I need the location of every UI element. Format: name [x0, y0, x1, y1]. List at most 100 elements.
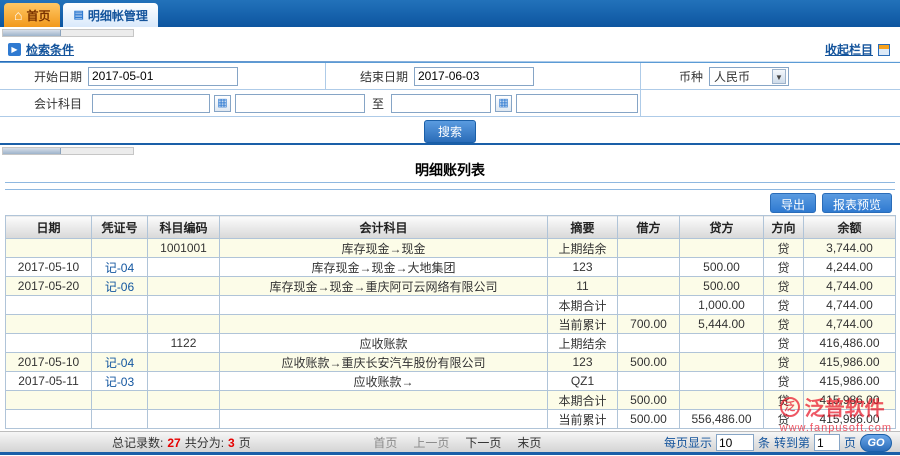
subject-to-name-input[interactable] — [516, 94, 638, 113]
table-cell: 贷 — [764, 391, 804, 410]
search-form: 开始日期 结束日期 币种 人民币 ▼ 会计科目 ▦ 至 ▦ 搜索 — [0, 62, 900, 142]
table-cell: 应收账款→重庆长安汽车股份有限公司 — [220, 353, 548, 372]
horizontal-scrollbar-top[interactable] — [2, 29, 134, 37]
page-link-1[interactable]: 上一页 — [413, 434, 449, 451]
tab-home[interactable]: ⌂ 首页 — [4, 3, 60, 27]
table-cell — [92, 410, 148, 429]
table-cell: 1001001 — [148, 239, 220, 258]
table-cell — [220, 410, 548, 429]
scrollbar-thumb[interactable] — [3, 30, 61, 36]
subject-from-picker-icon[interactable]: ▦ — [214, 95, 231, 112]
table-cell: 贷 — [764, 372, 804, 391]
table-row: 本期合计1,000.00贷4,744.00 — [6, 296, 896, 315]
scrollbar-thumb[interactable] — [3, 148, 61, 154]
table-cell: 2017-05-10 — [6, 258, 92, 277]
expand-arrow-icon[interactable]: ▶ — [8, 43, 21, 56]
voucher-link[interactable]: 记-04 — [92, 353, 148, 372]
record-summary: 总记录数: 27 共分为: 3 页 — [112, 434, 251, 451]
table-cell: 库存现金→现金 — [220, 239, 548, 258]
table-cell: 当前累计 — [548, 315, 618, 334]
report-preview-button[interactable]: 报表预览 — [822, 193, 892, 213]
voucher-link[interactable]: 记-04 — [92, 258, 148, 277]
table-cell — [680, 372, 764, 391]
subject-from-input[interactable] — [92, 94, 210, 113]
table-cell: 当前累计 — [548, 410, 618, 429]
start-date-field: 开始日期 — [0, 63, 325, 89]
goto-label: 转到第 — [774, 434, 810, 451]
pages-label: 共分为: — [185, 434, 224, 451]
table-cell — [148, 410, 220, 429]
subject-to-input[interactable] — [391, 94, 491, 113]
table-cell: 500.00 — [618, 391, 680, 410]
pagination: 首页上一页下一页末页 — [251, 434, 664, 451]
table-cell — [148, 277, 220, 296]
table-row: 2017-05-11记-03应收账款→QZ1贷415,986.00 — [6, 372, 896, 391]
table-cell: 415,986.00 — [804, 391, 896, 410]
search-button[interactable]: 搜索 — [424, 120, 476, 143]
table-cell: 415,986.00 — [804, 372, 896, 391]
search-conditions-link[interactable]: 检索条件 — [26, 41, 74, 58]
currency-field: 币种 人民币 ▼ — [640, 63, 890, 89]
currency-select[interactable]: 人民币 ▼ — [709, 67, 789, 86]
table-cell: 库存现金→现金→大地集团 — [220, 258, 548, 277]
subject-from-name-input[interactable] — [235, 94, 365, 113]
page-link-2[interactable]: 下一页 — [465, 434, 501, 451]
table-cell — [92, 239, 148, 258]
collapse-panel-icon[interactable] — [878, 44, 890, 56]
table-cell: 应收账款→ — [220, 372, 548, 391]
table-cell — [148, 391, 220, 410]
page-link-3[interactable]: 末页 — [517, 434, 541, 451]
start-date-label: 开始日期 — [2, 68, 82, 85]
table-cell: 1122 — [148, 334, 220, 353]
table-cell — [220, 296, 548, 315]
table-cell: 应收账款 — [220, 334, 548, 353]
goto-page-input[interactable] — [814, 434, 840, 451]
end-date-field: 结束日期 — [325, 63, 640, 89]
table-cell: 500.00 — [618, 353, 680, 372]
column-header: 摘要 — [548, 216, 618, 239]
table-cell — [148, 315, 220, 334]
table-cell: 4,744.00 — [804, 296, 896, 315]
table-cell: 本期合计 — [548, 391, 618, 410]
column-header: 日期 — [6, 216, 92, 239]
table-body: 1001001库存现金→现金上期结余贷3,744.002017-05-10记-0… — [6, 239, 896, 429]
currency-label: 币种 — [643, 68, 703, 85]
voucher-link[interactable]: 记-06 — [92, 277, 148, 296]
export-button[interactable]: 导出 — [770, 193, 816, 213]
table-cell — [618, 258, 680, 277]
collapse-panel-link[interactable]: 收起栏目 — [825, 41, 873, 58]
per-page-input[interactable] — [716, 434, 754, 451]
table-cell — [680, 353, 764, 372]
goto-unit: 页 — [844, 434, 856, 451]
table-cell: 3,744.00 — [804, 239, 896, 258]
table-cell: QZ1 — [548, 372, 618, 391]
page-link-0[interactable]: 首页 — [373, 434, 397, 451]
table-cell: 本期合计 — [548, 296, 618, 315]
table-cell: 700.00 — [618, 315, 680, 334]
table-cell — [6, 296, 92, 315]
table-row: 本期合计500.00 贷415,986.00 — [6, 391, 896, 410]
tab-detail-ledger-label: 明细帐管理 — [88, 7, 148, 24]
table-cell: 2017-05-20 — [6, 277, 92, 296]
tab-detail-ledger[interactable]: ▤ 明细帐管理 — [63, 3, 157, 27]
subject-field: 会计科目 ▦ 至 ▦ — [0, 90, 640, 116]
search-conditions-header: ▶ 检索条件 收起栏目 — [0, 39, 900, 61]
table-cell — [148, 372, 220, 391]
voucher-link[interactable]: 记-03 — [92, 372, 148, 391]
table-cell: 贷 — [764, 334, 804, 353]
table-cell: 贷 — [764, 277, 804, 296]
table-row: 2017-05-10记-04应收账款→重庆长安汽车股份有限公司123500.00… — [6, 353, 896, 372]
table-cell: 556,486.00 — [680, 410, 764, 429]
subject-to-picker-icon[interactable]: ▦ — [495, 95, 512, 112]
table-cell — [680, 239, 764, 258]
table-cell: 贷 — [764, 258, 804, 277]
table-row: 1001001库存现金→现金上期结余贷3,744.00 — [6, 239, 896, 258]
start-date-input[interactable] — [88, 67, 238, 86]
table-cell — [220, 315, 548, 334]
subject-label: 会计科目 — [2, 95, 82, 112]
go-button[interactable]: GO — [860, 434, 892, 452]
per-page-unit: 条 — [758, 434, 770, 451]
horizontal-scrollbar-middle[interactable] — [2, 147, 134, 155]
table-row: 当前累计500.00556,486.00贷415,986.00 — [6, 410, 896, 429]
end-date-input[interactable] — [414, 67, 534, 86]
